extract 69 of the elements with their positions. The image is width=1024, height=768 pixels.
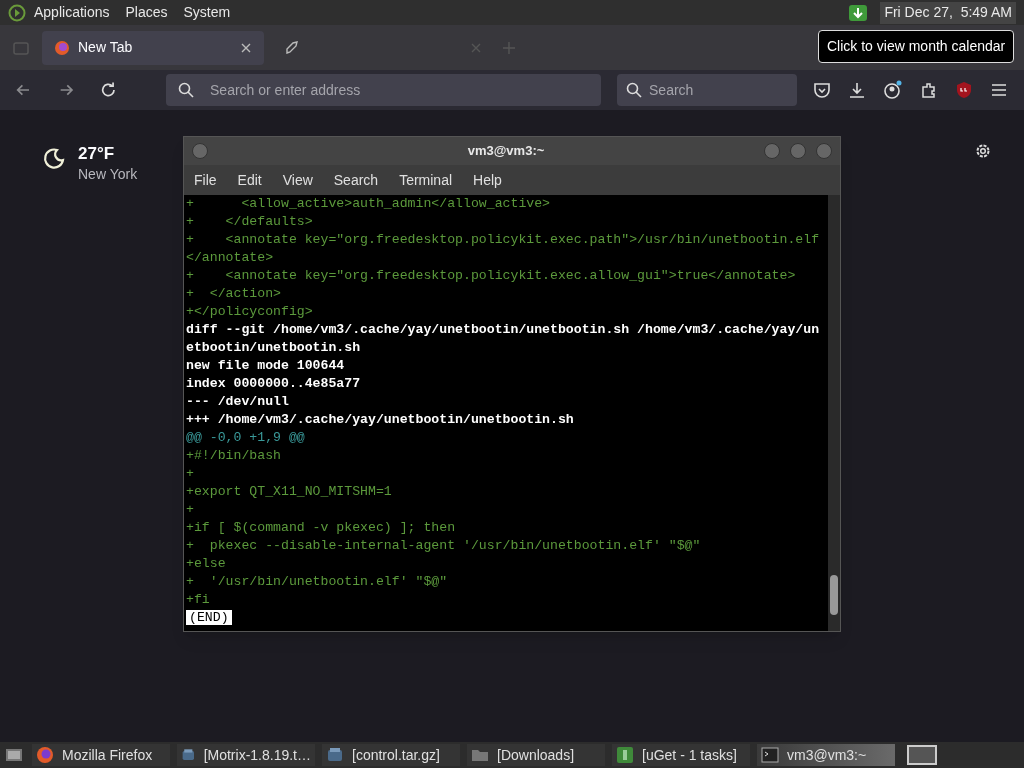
terminal-line: + </defaults> [186,214,313,229]
terminal-icon [761,747,779,763]
terminal-menu[interactable]: View [282,169,313,191]
close-icon[interactable] [240,41,252,54]
terminal-line: + [186,466,194,481]
scrollbar[interactable] [828,195,840,631]
terminal-line: + <allow_active>auth_admin</allow_active> [186,196,551,211]
terminal-line: +else [186,556,226,571]
terminal-line: @@ -0,0 +1,9 @@ [186,430,305,445]
terminal-line: index 0000000..4e85a77 [186,376,361,391]
firefox-icon [54,39,70,56]
city-name: New York [78,165,138,185]
shield-icon[interactable] [955,81,973,99]
panel-menu[interactable]: System [183,2,231,23]
terminal-menu[interactable]: Search [333,169,379,191]
terminal-line: + pkexec --disable-internal-agent '/usr/bin/unetbootin.elf' "$@" [186,538,701,553]
search-icon [178,82,194,98]
terminal-line: + <annotate key="org.freedesktop.policykit.exec.allow_gui">true</annotate> [186,268,796,283]
taskbar-button[interactable]: [control.tar.gz] [322,744,460,766]
terminal-line: </annotate> [186,250,274,265]
clock[interactable]: Fri Dec 27, 5:49 AM [880,1,1016,24]
terminal-menu[interactable]: Help [473,169,502,191]
taskbar-button[interactable]: vm3@vm3:~ [757,744,895,766]
show-desktop-icon[interactable] [4,746,24,764]
terminal-menu[interactable]: Edit [237,169,262,191]
window-title: vm3@vm3:~ [466,142,546,161]
taskbar-button[interactable]: [uGet - 1 tasks] [612,744,750,766]
taskbar-button[interactable]: [Downloads] [467,744,605,766]
settings-icon[interactable] [974,142,992,160]
terminal-menu[interactable]: File [194,169,217,191]
pager-prompt: (END) [186,610,232,625]
menu-icon[interactable] [990,81,1008,99]
terminal-line: + </action> [186,286,281,301]
taskbar-button[interactable]: [Motrix-1.8.19.t… [177,744,315,766]
terminal-line: etbootin/unetbootin.sh [186,340,361,355]
taskbar-button[interactable]: Mozilla Firefox [32,744,170,766]
temperature: 27°F [78,143,116,165]
terminal-line: +if [ $(command -v pkexec) ]; then [186,520,456,535]
rocket-icon [284,39,300,56]
distro-logo-icon[interactable] [8,3,26,22]
terminal-line: +++ /home/vm3/.cache/yay/unetbootin/unetbootin.sh [186,412,574,427]
account-icon[interactable] [883,80,903,100]
browser-tab[interactable]: New Tab [42,30,264,65]
panel-menu[interactable]: Applications [34,2,110,23]
terminal-line: + <annotate key="org.freedesktop.policykit.exec.path">/usr/bin/unetbootin.elf [186,232,820,247]
download-icon[interactable] [848,81,866,99]
crescent-moon-icon [42,146,66,170]
workspace-switcher[interactable] [907,745,937,765]
download-manager-icon[interactable] [848,3,869,22]
terminal-line: --- /dev/null [186,394,289,409]
address-field[interactable]: Search or enter address [166,74,601,106]
download-manager-icon [616,746,634,764]
firefox-icon [36,746,54,764]
panel-menu[interactable]: Places [125,2,168,23]
terminal-menu[interactable]: Terminal [399,169,453,191]
terminal-line: + [186,502,194,517]
terminal-line: +#!/bin/bash [186,448,281,463]
terminal-line: + '/usr/bin/unetbootin.elf' "$@" [186,574,448,589]
terminal-line: +</policyconfig> [186,304,313,319]
terminal-line: diff --git /home/vm3/.cache/yay/unetbootin/unetbootin.sh /home/vm3/.cache/yay/un [186,322,820,337]
search-field[interactable]: Search [617,74,797,106]
terminal-line: +fi [186,592,210,607]
search-icon [626,82,642,98]
tooltip: Click to view month calendar [818,30,1015,63]
terminal-line: +export QT_X11_NO_MITSHM=1 [186,484,392,499]
pocket-icon[interactable] [813,81,831,99]
archive-icon [326,746,344,764]
terminal-line: new file mode 100644 [186,358,345,373]
puzzle-piece-icon[interactable] [920,81,938,99]
